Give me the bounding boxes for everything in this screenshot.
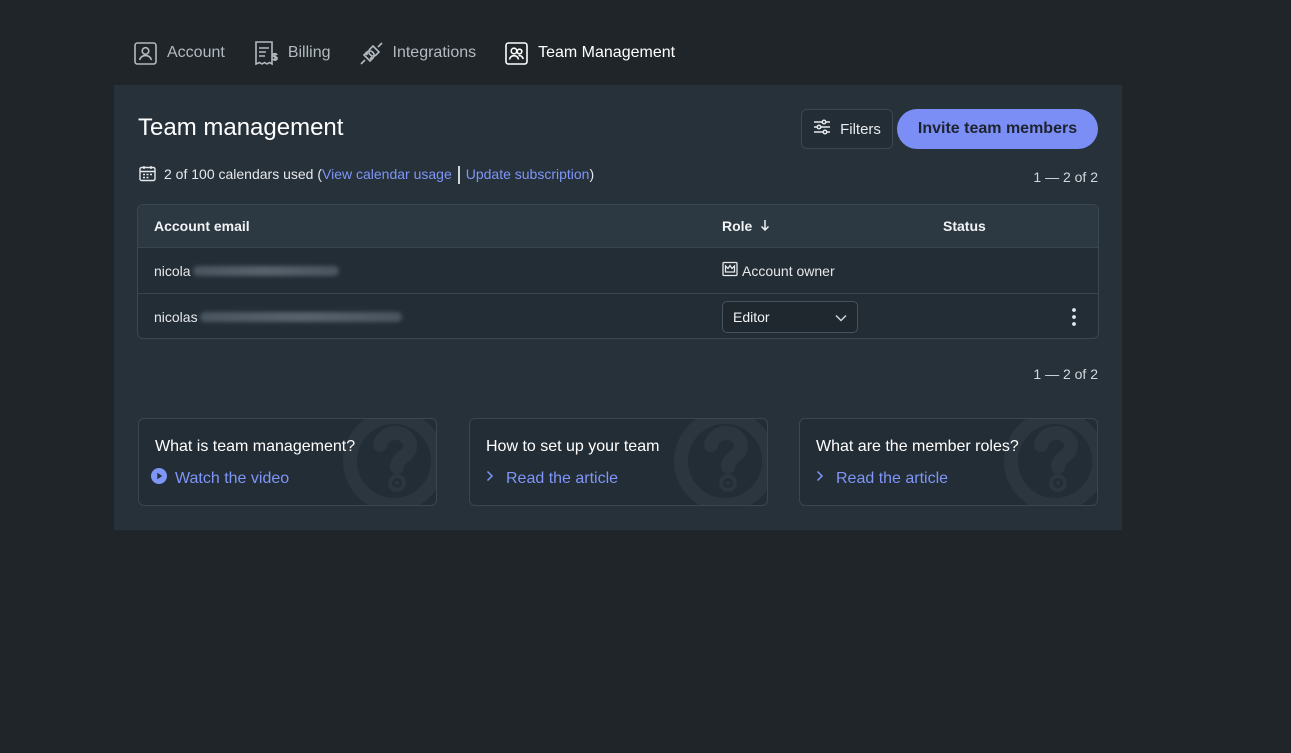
update-subscription-link[interactable]: Update subscription: [466, 166, 590, 182]
calendar-icon: [139, 165, 156, 185]
read-article-link[interactable]: Read the article: [812, 468, 948, 489]
account-icon: [133, 41, 158, 66]
role-select[interactable]: Editor: [722, 300, 858, 333]
read-article-link[interactable]: Read the article: [482, 468, 618, 489]
settings-tabs: Account Billing Integrations Team Manage…: [133, 38, 703, 68]
card-link-label: Watch the video: [175, 469, 290, 487]
column-header-status: Status: [943, 218, 986, 234]
table-header: Account email Role Status: [138, 205, 1098, 247]
tab-account-label: Account: [167, 44, 225, 61]
role-text: Account owner: [742, 262, 835, 279]
calendar-usage: 2 of 100 calendars used (View calendar u…: [139, 165, 594, 185]
table-row: nicolas Editor: [138, 293, 1098, 338]
email-text: nicolas: [154, 308, 198, 325]
integrations-icon: [359, 41, 384, 66]
column-status-label: Status: [943, 218, 986, 234]
tab-integrations-label: Integrations: [392, 44, 477, 61]
redacted-email: [199, 311, 402, 322]
more-options-icon[interactable]: [1064, 307, 1084, 326]
team-icon: [504, 41, 529, 66]
invite-team-members-button[interactable]: Invite team members: [897, 109, 1098, 149]
help-card-member-roles[interactable]: What are the member roles? Read the arti…: [799, 418, 1098, 506]
card-title: What are the member roles?: [816, 438, 1019, 455]
close-paren: ): [589, 165, 595, 182]
tab-billing[interactable]: Billing: [253, 38, 331, 68]
question-mark-background-icon: [334, 419, 436, 505]
chevron-down-icon: [835, 309, 847, 325]
column-header-email: Account email: [154, 218, 250, 234]
role-cell: Account owner: [722, 248, 835, 293]
column-header-role[interactable]: Role: [722, 218, 770, 234]
filters-icon: [813, 119, 831, 139]
filters-label: Filters: [840, 120, 881, 138]
tab-integrations[interactable]: Integrations: [359, 38, 477, 68]
redacted-email: [192, 265, 339, 276]
email-cell: nicola: [154, 248, 339, 293]
question-mark-background-icon: [995, 419, 1097, 505]
tab-account[interactable]: Account: [133, 38, 225, 68]
link-separator: [457, 166, 460, 185]
page-title: Team management: [138, 114, 344, 141]
role-cell: Editor: [722, 294, 858, 338]
tab-team-management-label: Team Management: [538, 44, 676, 61]
column-email-label: Account email: [154, 218, 250, 234]
email-cell: nicolas: [154, 294, 402, 338]
help-card-team-management[interactable]: What is team management? Watch the video: [138, 418, 437, 506]
card-link-label: Read the article: [506, 469, 619, 487]
play-icon: [151, 468, 167, 489]
column-role-label: Role: [722, 218, 753, 234]
email-text: nicola: [154, 262, 191, 279]
filters-button[interactable]: Filters: [801, 109, 893, 149]
tab-team-management[interactable]: Team Management: [504, 38, 675, 68]
help-card-set-up-team[interactable]: How to set up your team Read the article: [469, 418, 768, 506]
pagination-top: 1 — 2 of 2: [1033, 169, 1098, 185]
pagination-bottom: 1 — 2 of 2: [1033, 366, 1098, 382]
card-link-label: Read the article: [836, 469, 949, 487]
table-row: nicola Account owner: [138, 247, 1098, 293]
watch-video-link[interactable]: Watch the video: [151, 468, 289, 489]
team-management-panel: Team management Filters Invite team memb…: [114, 85, 1122, 530]
sort-arrow-down-icon: [760, 218, 770, 234]
calendar-usage-text: 2 of 100 calendars used: [164, 165, 314, 182]
row-actions: [1064, 294, 1084, 338]
tab-billing-label: Billing: [287, 44, 331, 61]
card-title: What is team management?: [155, 438, 356, 455]
chevron-right-icon: [812, 468, 828, 489]
crown-icon: [722, 261, 738, 280]
role-select-value: Editor: [733, 308, 770, 325]
view-calendar-usage-link[interactable]: View calendar usage: [322, 166, 452, 182]
card-title: How to set up your team: [486, 438, 660, 455]
team-members-table: Account email Role Status nicola Account…: [137, 204, 1099, 339]
billing-icon: [253, 40, 279, 66]
chevron-right-icon: [482, 468, 498, 489]
question-mark-background-icon: [665, 419, 767, 505]
